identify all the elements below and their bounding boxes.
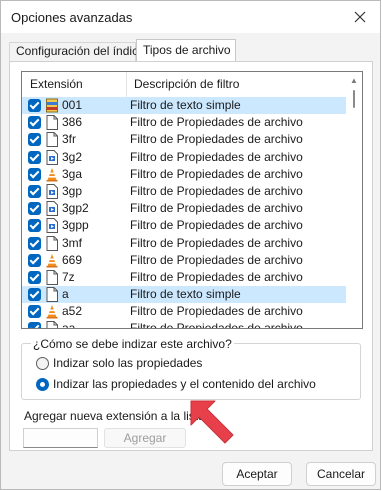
row-checkbox[interactable] xyxy=(28,99,41,112)
list-item[interactable]: 3gpp Filtro de Propiedades de archivo xyxy=(22,217,346,234)
row-checkbox[interactable] xyxy=(28,116,41,130)
list-rows: 001 Filtro de texto simple 386 Filtro de Pr… xyxy=(22,97,346,329)
list-item[interactable]: 386 Filtro de Propiedades de archivo xyxy=(22,114,346,131)
file-icon xyxy=(46,235,58,251)
row-checkbox[interactable] xyxy=(28,270,41,284)
video-file-icon xyxy=(46,201,58,217)
row-extension: 3gp2 xyxy=(62,201,89,216)
row-description: Filtro de Propiedades de archivo xyxy=(130,252,303,267)
row-extension: a52 xyxy=(62,304,83,319)
row-description: Filtro de Propiedades de archivo xyxy=(130,218,303,233)
list-item[interactable]: 3fr Filtro de Propiedades de archivo xyxy=(22,131,346,148)
row-checkbox[interactable] xyxy=(28,202,41,216)
row-checkbox[interactable] xyxy=(28,305,41,319)
row-description: Filtro de texto simple xyxy=(130,287,241,302)
window-title: Opciones avanzadas xyxy=(11,10,133,25)
ok-button[interactable]: Aceptar xyxy=(222,462,292,486)
row-description: Filtro de Propiedades de archivo xyxy=(130,321,303,329)
row-extension: a xyxy=(62,287,69,302)
list-item[interactable]: 001 Filtro de texto simple xyxy=(22,97,346,115)
list-item[interactable]: 3gp Filtro de Propiedades de archivo xyxy=(22,183,346,200)
close-icon xyxy=(354,11,366,23)
vlc-cone-icon xyxy=(46,253,58,268)
row-checkbox[interactable] xyxy=(28,322,41,328)
title-bar: Opciones avanzadas xyxy=(1,1,380,33)
file-icon xyxy=(46,115,58,131)
file-icon xyxy=(46,132,58,148)
row-description: Filtro de Propiedades de archivo xyxy=(130,201,303,216)
row-extension: 3gp xyxy=(62,183,83,198)
row-checkbox[interactable] xyxy=(28,133,41,147)
row-description: Filtro de Propiedades de archivo xyxy=(130,132,303,147)
row-description: Filtro de Propiedades de archivo xyxy=(130,269,303,284)
list-item[interactable]: aa Filtro de Propiedades de archivo xyxy=(22,320,346,329)
list-header: Extensión Descripción de filtro xyxy=(22,72,346,98)
list-item[interactable]: 3mf Filtro de Propiedades de archivo xyxy=(22,235,346,252)
column-header-description[interactable]: Descripción de filtro xyxy=(126,72,354,97)
video-file-icon xyxy=(46,149,58,165)
row-extension: 3fr xyxy=(62,132,77,147)
vlc-cone-icon xyxy=(46,304,58,319)
vlc-cone-icon xyxy=(46,167,58,182)
row-extension: 001 xyxy=(62,98,83,112)
list-item[interactable]: 3gp2 Filtro de Propiedades de archivo xyxy=(22,200,346,217)
row-description: Filtro de Propiedades de archivo xyxy=(130,149,303,164)
radio-properties-only-label[interactable]: Indizar solo las propiedades xyxy=(53,356,202,370)
tab-file-types[interactable]: Tipos de archivo xyxy=(136,39,236,61)
file-types-list[interactable]: Extensión Descripción de filtro 001 Filtr… xyxy=(21,71,363,329)
row-checkbox[interactable] xyxy=(28,167,41,181)
radio-properties-and-content[interactable] xyxy=(36,378,49,391)
row-extension: 3g2 xyxy=(62,149,83,164)
row-checkbox[interactable] xyxy=(28,184,41,198)
row-description: Filtro de Propiedades de archivo xyxy=(130,235,303,250)
row-description: Filtro de Propiedades de archivo xyxy=(130,304,303,319)
pointer-arrow-icon xyxy=(190,400,234,444)
row-extension: 7z xyxy=(62,269,75,284)
scroll-thumb[interactable] xyxy=(353,90,355,108)
radio-properties-only[interactable] xyxy=(36,357,49,370)
row-extension: aa xyxy=(62,321,76,329)
list-item[interactable]: 3g2 Filtro de Propiedades de archivo xyxy=(22,149,346,166)
list-item[interactable]: a Filtro de texto simple xyxy=(22,286,346,304)
row-checkbox[interactable] xyxy=(28,253,41,267)
row-extension: 3gpp xyxy=(62,218,89,233)
column-header-extension[interactable]: Extensión xyxy=(22,72,127,97)
row-extension: 3ga xyxy=(62,166,83,181)
row-checkbox[interactable] xyxy=(28,150,41,164)
row-extension: 3mf xyxy=(62,235,83,250)
tab-index-settings[interactable]: Configuración del índice xyxy=(9,42,145,61)
row-description: Filtro de texto simple xyxy=(130,98,241,112)
advanced-options-dialog: Opciones avanzadas Configuración del índ… xyxy=(0,0,381,490)
add-extension-input[interactable] xyxy=(23,428,98,448)
list-item[interactable]: 7z Filtro de Propiedades de archivo xyxy=(22,269,346,286)
file-icon xyxy=(46,269,58,285)
vertical-scrollbar[interactable]: ▲ xyxy=(346,72,362,328)
row-extension: 669 xyxy=(62,252,83,267)
list-item[interactable]: a52 Filtro de Propiedades de archivo xyxy=(22,303,346,320)
file-icon xyxy=(46,321,58,328)
video-file-icon xyxy=(46,183,58,199)
list-item[interactable]: 669 Filtro de Propiedades de archivo xyxy=(22,252,346,269)
cancel-button[interactable]: Cancelar xyxy=(306,462,376,486)
close-button[interactable] xyxy=(346,4,374,30)
row-description: Filtro de Propiedades de archivo xyxy=(130,115,303,130)
row-checkbox[interactable] xyxy=(28,236,41,250)
row-checkbox[interactable] xyxy=(28,219,41,233)
row-description: Filtro de Propiedades de archivo xyxy=(130,183,303,198)
video-file-icon xyxy=(46,218,58,234)
list-item[interactable]: 3ga Filtro de Propiedades de archivo xyxy=(22,166,346,183)
add-extension-label: Agregar nueva extensión a la lista: xyxy=(24,409,209,423)
row-checkbox[interactable] xyxy=(28,288,41,302)
file-icon xyxy=(46,287,58,303)
scroll-up-arrow-icon[interactable]: ▲ xyxy=(350,76,358,85)
row-description: Filtro de Propiedades de archivo xyxy=(130,166,303,181)
add-button[interactable]: Agregar xyxy=(104,428,186,448)
radio-properties-and-content-label[interactable]: Indizar las propiedades y el contenido d… xyxy=(53,377,316,391)
row-extension: 386 xyxy=(62,115,83,130)
index-options-label: ¿Cómo se debe indizar este archivo? xyxy=(31,337,234,351)
archive-icon xyxy=(46,98,58,113)
